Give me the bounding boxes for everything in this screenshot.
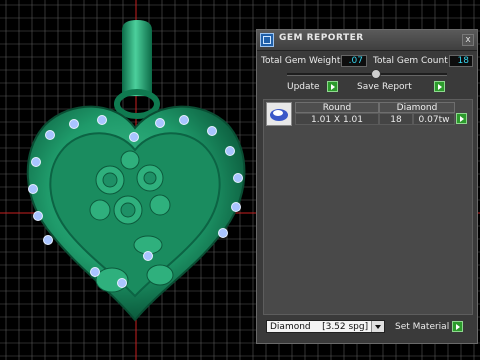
round-gem[interactable] [207,126,217,136]
panel-titlebar[interactable]: GEM REPORTER x [257,30,477,51]
round-gem[interactable] [31,157,41,167]
set-material-button[interactable]: Set Material [395,321,449,333]
round-gem[interactable] [45,130,55,140]
round-gem[interactable] [179,115,189,125]
gem-table: Round Diamond 1.01 X 1.01 18 0.07tw [263,99,473,315]
update-label: Update [287,82,320,92]
gem-reporter-panel: GEM REPORTER x Total Gem Weight .07 Tota… [256,29,478,344]
close-icon[interactable]: x [462,34,474,46]
round-gem[interactable] [143,251,153,261]
save-report-go-icon[interactable] [434,81,445,92]
round-gem[interactable] [69,119,79,129]
round-gem[interactable] [117,278,127,288]
round-gem[interactable] [231,202,241,212]
cell-gem-count: 18 [379,113,413,125]
round-gem[interactable] [129,132,139,142]
set-material-label: Set Material [395,322,450,332]
gem-reporter-app-icon [260,33,274,47]
round-gem[interactable] [155,118,165,128]
chevron-down-icon[interactable] [371,321,384,332]
round-gem[interactable] [233,173,243,183]
round-gem[interactable] [33,211,43,221]
pendant-model[interactable] [26,20,246,322]
material-select-value: Diamond [3.52 spg] [270,322,369,332]
report-slider[interactable] [287,73,447,76]
material-select[interactable]: Diamond [3.52 spg] [266,320,385,333]
round-gem[interactable] [43,235,53,245]
round-gem[interactable] [97,115,107,125]
total-gem-count-label: Total Gem Count [373,56,448,66]
total-gem-count-value: 18 [449,55,473,67]
slider-knob[interactable] [371,69,381,79]
panel-title: GEM REPORTER [279,33,364,43]
update-button[interactable]: Update [287,81,320,93]
round-gem[interactable] [225,146,235,156]
col-header-material: Diamond [379,102,455,113]
round-gem-thumbnail[interactable] [266,102,292,126]
save-report-label: Save Report [357,82,412,92]
row-go-icon[interactable] [456,113,467,124]
save-report-button[interactable]: Save Report [357,81,412,93]
total-gem-weight-label: Total Gem Weight [261,56,341,66]
col-header-shape: Round [295,102,379,113]
round-gem-icon [270,109,288,121]
bail [122,20,152,96]
round-gem[interactable] [90,267,100,277]
set-material-go-icon[interactable] [452,321,463,332]
total-gem-weight-value: .07 [341,55,367,67]
round-gem[interactable] [28,184,38,194]
round-gem[interactable] [218,228,228,238]
cell-gem-weight: 0.07tw [413,113,455,125]
cell-gem-size: 1.01 X 1.01 [295,113,379,125]
update-go-icon[interactable] [327,81,338,92]
